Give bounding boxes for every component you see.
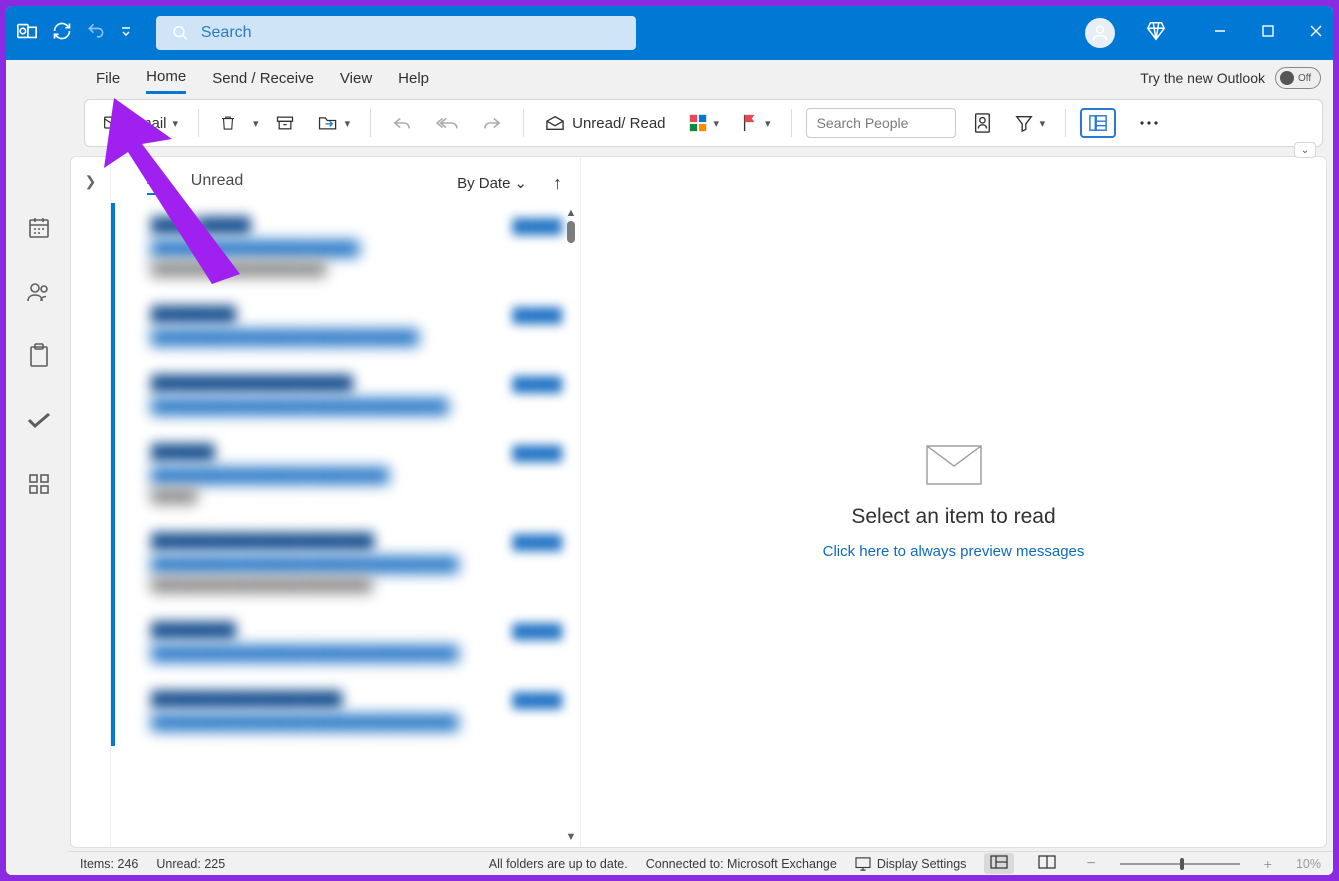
- message-list: All Unread By Date ⌄ ↑ ▲ ▼ ████ ███: [111, 157, 581, 847]
- zoom-level[interactable]: 10%: [1296, 857, 1321, 871]
- chevron-down-icon: ▾: [765, 117, 771, 130]
- reading-pane: Select an item to read Click here to alw…: [581, 157, 1326, 847]
- search-people-box[interactable]: [806, 108, 956, 138]
- unread-read-button[interactable]: Unread/ Read: [538, 110, 671, 136]
- menu-file[interactable]: File: [96, 64, 120, 93]
- chevron-down-icon: ⌄: [514, 174, 527, 192]
- envelope-icon: [925, 444, 983, 491]
- chevron-down-icon: ▾: [714, 117, 720, 130]
- reading-pane-layout-button[interactable]: [1080, 108, 1116, 138]
- menu-send-receive[interactable]: Send / Receive: [212, 64, 314, 93]
- move-button[interactable]: ▾: [311, 109, 357, 137]
- close-button[interactable]: [1309, 24, 1323, 43]
- menu-view[interactable]: View: [340, 64, 372, 93]
- search-icon: [172, 24, 189, 42]
- search-box[interactable]: [156, 16, 636, 50]
- search-people-input[interactable]: [817, 115, 945, 131]
- display-settings-button[interactable]: Display Settings: [855, 857, 967, 871]
- message-item[interactable]: ████ ███████████████████████████████████…: [111, 203, 580, 292]
- sync-icon[interactable]: [52, 21, 72, 46]
- statusbar: Items: 246 Unread: 225 All folders are u…: [68, 851, 1333, 875]
- zoom-out-button[interactable]: −: [1080, 855, 1101, 873]
- reply-all-button[interactable]: [429, 110, 465, 136]
- menubar: File Home Send / Receive View Help Try t…: [6, 60, 1333, 96]
- more-options-button[interactable]: [1132, 115, 1166, 131]
- message-item[interactable]: ████████████████████████████████████████: [111, 292, 580, 361]
- reply-button[interactable]: [385, 110, 419, 136]
- reading-pane-preview-link[interactable]: Click here to always preview messages: [823, 543, 1085, 560]
- nav-calendar[interactable]: [17, 208, 57, 248]
- try-new-outlook-toggle[interactable]: Off: [1275, 67, 1321, 89]
- flag-button[interactable]: ▾: [735, 109, 777, 137]
- zoom-in-button[interactable]: +: [1258, 856, 1278, 872]
- forward-button[interactable]: [475, 110, 509, 136]
- menu-help[interactable]: Help: [398, 64, 429, 93]
- outlook-app-icon: [16, 20, 38, 47]
- unread-read-label: Unread/ Read: [572, 115, 665, 132]
- view-reading-button[interactable]: [1032, 853, 1062, 874]
- undo-icon[interactable]: [86, 21, 106, 46]
- minimize-button[interactable]: [1213, 24, 1227, 43]
- status-sync: All folders are up to date.: [489, 857, 628, 871]
- premium-diamond-icon[interactable]: [1145, 20, 1167, 47]
- reading-pane-title: Select an item to read: [851, 505, 1055, 529]
- message-item[interactable]: ████████████████████████████████████████…: [111, 608, 580, 677]
- nav-todo[interactable]: [17, 400, 57, 440]
- chevron-down-icon: ▾: [1040, 117, 1046, 130]
- status-connection: Connected to: Microsoft Exchange: [646, 857, 837, 871]
- message-item[interactable]: ████████████████████████████████████████…: [111, 361, 580, 430]
- try-new-outlook-label: Try the new Outlook: [1140, 70, 1265, 86]
- sort-direction-button[interactable]: ↑: [553, 173, 562, 194]
- filter-all-tab[interactable]: All: [147, 171, 165, 195]
- zoom-slider[interactable]: [1120, 863, 1240, 865]
- message-item[interactable]: ████████████████████████████████████████: [111, 430, 580, 519]
- chevron-down-icon: ▾: [345, 117, 351, 130]
- filter-button[interactable]: ▾: [1008, 109, 1052, 137]
- message-item[interactable]: ████████████████████████████████████████…: [111, 677, 580, 746]
- maximize-button[interactable]: [1261, 24, 1275, 43]
- menu-home[interactable]: Home: [146, 62, 186, 94]
- ribbon-expand-button[interactable]: ⌄: [1294, 142, 1316, 158]
- status-unread-count: Unread: 225: [156, 857, 225, 871]
- message-item[interactable]: ████████████████████████████████████████…: [111, 519, 580, 608]
- filter-unread-tab[interactable]: Unread: [191, 172, 243, 194]
- chevron-right-icon: ❯: [85, 173, 97, 847]
- nav-tasks[interactable]: [17, 336, 57, 376]
- titlebar: [6, 6, 1333, 60]
- archive-button[interactable]: [269, 110, 301, 136]
- view-normal-button[interactable]: [984, 853, 1014, 874]
- categorize-button[interactable]: ▾: [682, 109, 726, 137]
- scroll-down-arrow[interactable]: ▼: [566, 831, 577, 843]
- nav-people[interactable]: [17, 272, 57, 312]
- address-book-button[interactable]: [966, 108, 998, 138]
- toggle-state-label: Off: [1298, 73, 1311, 84]
- nav-rail: [6, 150, 68, 875]
- delete-button[interactable]: [213, 109, 243, 137]
- ribbon: Email ▾ ▾ ▾: [84, 99, 1323, 147]
- new-email-label: Email: [129, 115, 167, 132]
- chevron-down-icon: ▾: [173, 117, 179, 130]
- new-email-button[interactable]: Email ▾: [97, 110, 184, 136]
- status-item-count: Items: 246: [80, 857, 138, 871]
- nav-more-apps[interactable]: [17, 464, 57, 504]
- quick-access-dropdown-icon[interactable]: [120, 24, 132, 42]
- folder-pane-collapse[interactable]: ❯: [71, 157, 111, 847]
- sort-by-button[interactable]: By Date ⌄: [457, 174, 527, 192]
- account-avatar[interactable]: [1085, 18, 1115, 48]
- search-input[interactable]: [201, 24, 620, 42]
- delete-dropdown[interactable]: ▾: [253, 117, 259, 130]
